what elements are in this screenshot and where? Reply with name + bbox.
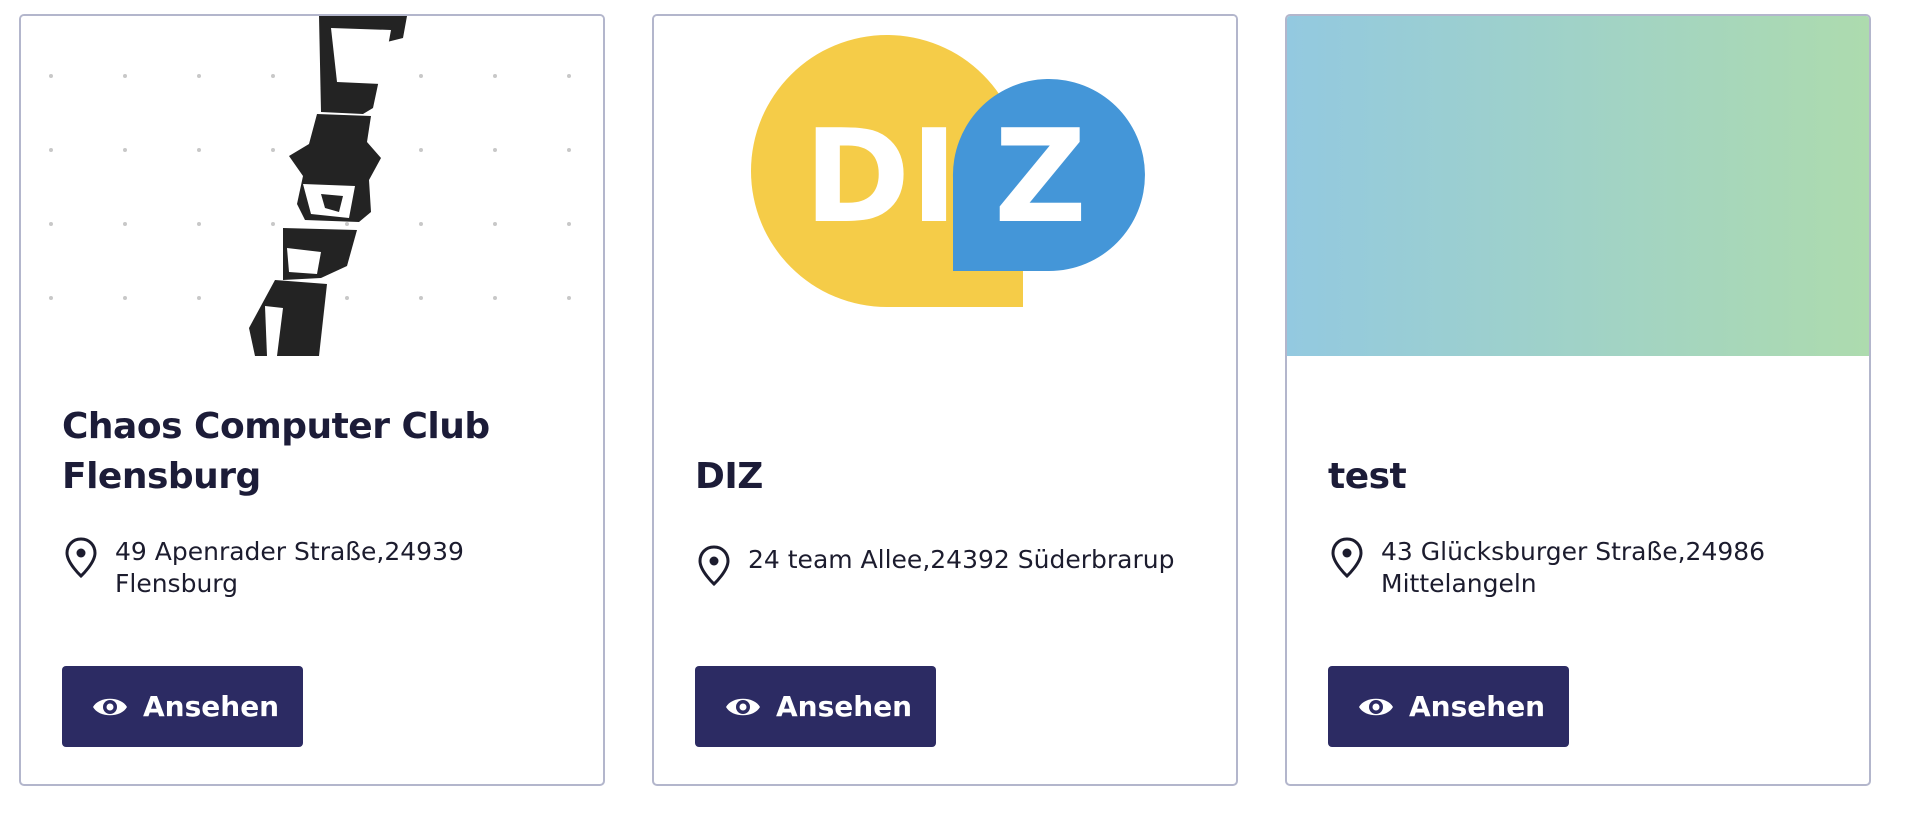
view-button-label: Ansehen: [143, 690, 280, 723]
diz-logo-left-text: DI: [804, 103, 958, 252]
card-title: DIZ: [695, 456, 763, 497]
address-text: 24 team Allee,24392 Süderbrarup: [748, 545, 1175, 574]
diz-logo-right-text: Z: [994, 103, 1087, 252]
address-line-1: 43 Glücksburger Straße,24986: [1381, 537, 1766, 566]
org-card-diz: DI Z DIZ 24 team Allee,24392 Süderbrarup…: [652, 14, 1238, 786]
address-text: 43 Glücksburger Straße,24986 Mittelangel…: [1381, 536, 1765, 600]
address-line-1: 49 Apenrader Straße,24939: [115, 537, 464, 566]
eye-icon: [726, 698, 760, 715]
card-title: test: [1328, 456, 1407, 497]
card-address: 43 Glücksburger Straße,24986 Mittelangel…: [1328, 536, 1848, 600]
card-title-line-2: Flensburg: [62, 456, 261, 497]
view-button-label: Ansehen: [776, 690, 913, 723]
view-button-label: Ansehen: [1409, 690, 1546, 723]
location-pin-icon: [65, 537, 97, 579]
eye-icon: [93, 698, 127, 715]
view-button[interactable]: Ansehen: [695, 666, 936, 747]
chaos-computer-club-logo: [21, 16, 603, 356]
address-text: 49 Apenrader Straße,24939 Flensburg: [115, 536, 464, 600]
location-pin-icon: [1331, 537, 1363, 579]
org-card-test: test 43 Glücksburger Straße,24986 Mittel…: [1285, 14, 1871, 786]
org-card-chaos-computer-club: Chaos Computer Club Flensburg 49 Apenrad…: [19, 14, 605, 786]
address-line-2: Mittelangeln: [1381, 569, 1537, 598]
location-pin-icon: [698, 545, 730, 587]
view-button[interactable]: Ansehen: [62, 666, 303, 747]
card-image-chaos-computer-club: [21, 16, 603, 356]
card-title-line-1: Chaos Computer Club: [62, 406, 490, 447]
card-address: 24 team Allee,24392 Süderbrarup: [695, 544, 1215, 588]
card-title: Chaos Computer Club Flensburg: [62, 402, 572, 502]
card-image-diz: DI Z: [654, 16, 1236, 356]
diz-logo: DI Z: [654, 16, 1236, 356]
card-image-test: [1287, 16, 1869, 356]
card-address: 49 Apenrader Straße,24939 Flensburg: [62, 536, 582, 600]
organization-cards-grid: Chaos Computer Club Flensburg 49 Apenrad…: [0, 0, 1920, 813]
view-button[interactable]: Ansehen: [1328, 666, 1569, 747]
eye-icon: [1359, 698, 1393, 715]
address-line-2: Flensburg: [115, 569, 238, 598]
